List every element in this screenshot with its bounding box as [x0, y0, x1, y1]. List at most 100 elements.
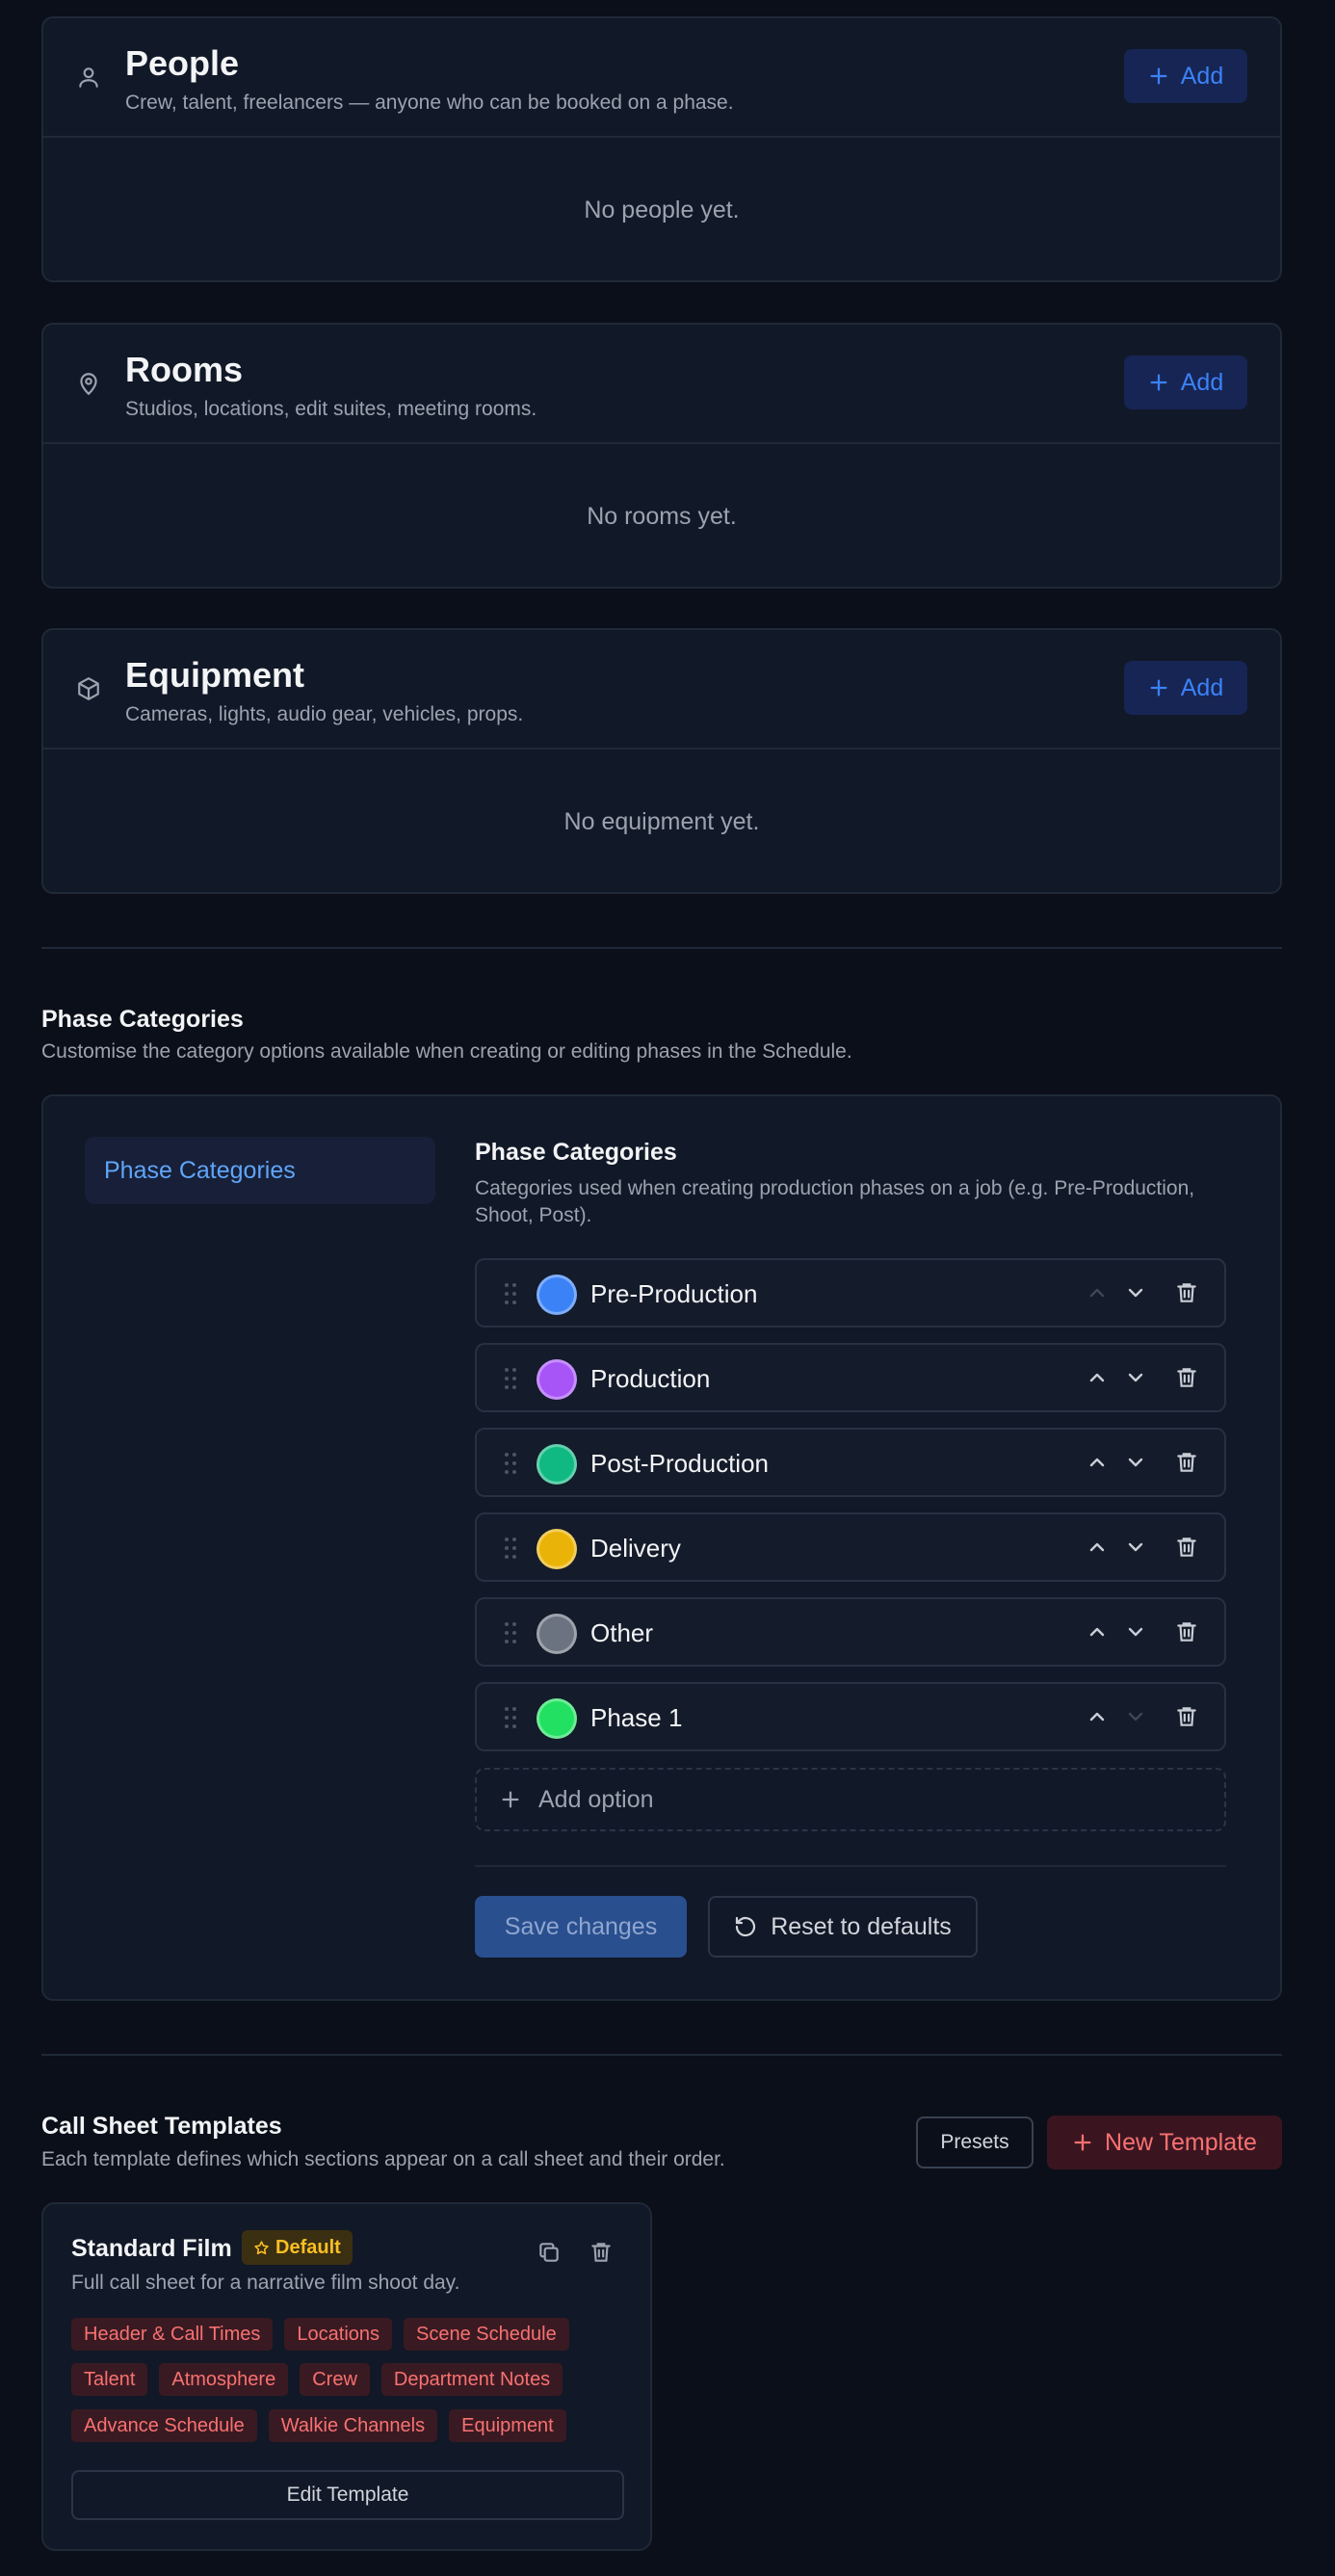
equipment-subtitle: Cameras, lights, audio gear, vehicles, p… [125, 703, 524, 725]
trash-icon[interactable] [1174, 1703, 1199, 1730]
plus-icon [502, 1791, 519, 1808]
drag-handle-icon[interactable] [504, 1451, 517, 1476]
trash-icon[interactable] [1174, 1534, 1199, 1561]
rooms-title: Rooms [125, 350, 244, 389]
phase-panel-subtitle: Categories used when creating production… [475, 1177, 1195, 1226]
template-name: Standard Film [71, 2235, 232, 2262]
add-room-button[interactable]: Add [1124, 355, 1247, 409]
section-chip: Equipment [449, 2409, 566, 2442]
chevron-down-icon[interactable] [1124, 1705, 1147, 1728]
trash-icon[interactable] [1174, 1364, 1199, 1391]
chevron-down-icon[interactable] [1124, 1281, 1147, 1304]
phase-option-row: Other [475, 1597, 1226, 1667]
star-icon [254, 2240, 269, 2254]
chevron-down-icon[interactable] [1124, 1620, 1147, 1643]
drag-handle-icon[interactable] [504, 1620, 517, 1645]
section-chip: Walkie Channels [268, 2409, 438, 2442]
color-swatch[interactable] [537, 1614, 577, 1654]
equipment-card-header: Equipment Cameras, lights, audio gear, v… [43, 630, 1280, 749]
color-swatch[interactable] [537, 1275, 577, 1315]
save-changes-button[interactable]: Save changes [475, 1896, 687, 1958]
color-swatch[interactable] [537, 1359, 577, 1400]
section-chip: Talent [71, 2363, 148, 2396]
plus-icon [1150, 67, 1167, 85]
new-template-button[interactable]: New Template [1047, 2116, 1282, 2169]
phase-option-row: Delivery [475, 1512, 1226, 1582]
section-chip: Atmosphere [159, 2363, 289, 2396]
trash-icon[interactable] [1174, 1279, 1199, 1306]
section-chip: Crew [300, 2363, 370, 2396]
chevron-up-icon[interactable] [1086, 1281, 1109, 1304]
equipment-empty-state: No equipment yet. [563, 807, 760, 835]
chevron-down-icon[interactable] [1124, 1451, 1147, 1474]
people-card-header: People Crew, talent, freelancers — anyon… [43, 18, 1280, 138]
add-equipment-button[interactable]: Add [1124, 661, 1247, 715]
box-icon [78, 677, 99, 700]
section-chip: Header & Call Times [71, 2318, 274, 2351]
new-template-label: New Template [1105, 2128, 1257, 2156]
plus-icon [1150, 374, 1167, 391]
plus-icon [1074, 2134, 1091, 2151]
color-swatch[interactable] [537, 1444, 577, 1485]
plus-icon [1150, 679, 1167, 697]
templates-section-title: Call Sheet Templates [41, 2113, 282, 2140]
drag-handle-icon[interactable] [504, 1281, 517, 1306]
drag-handle-icon[interactable] [504, 1705, 517, 1730]
map-pin-icon [80, 373, 97, 396]
panel-divider [475, 1865, 1226, 1867]
chevron-up-icon[interactable] [1086, 1451, 1109, 1474]
color-swatch[interactable] [537, 1529, 577, 1569]
presets-button[interactable]: Presets [916, 2116, 1034, 2169]
trash-icon[interactable] [589, 2239, 614, 2266]
section-chip: Advance Schedule [71, 2409, 257, 2442]
section-chip: Scene Schedule [404, 2318, 569, 2351]
drag-handle-icon[interactable] [504, 1366, 517, 1391]
people-empty-state: No people yet. [584, 196, 740, 223]
template-card: Standard Film Default Full call sheet fo… [41, 2202, 652, 2551]
people-subtitle: Crew, talent, freelancers — anyone who c… [125, 92, 734, 114]
section-chip: Department Notes [380, 2363, 563, 2396]
copy-icon[interactable] [537, 2239, 562, 2266]
reset-defaults-label: Reset to defaults [771, 1912, 952, 1940]
color-swatch[interactable] [537, 1698, 577, 1739]
reset-defaults-button[interactable]: Reset to defaults [708, 1896, 978, 1958]
edit-template-button[interactable]: Edit Template [71, 2470, 624, 2520]
rooms-card-header: Rooms Studios, locations, edit suites, m… [43, 325, 1280, 444]
rotate-ccw-icon [736, 1916, 756, 1937]
drag-handle-icon[interactable] [504, 1536, 517, 1561]
equipment-title: Equipment [125, 655, 304, 695]
rooms-subtitle: Studios, locations, edit suites, meeting… [125, 398, 537, 420]
user-icon [79, 67, 98, 88]
default-badge: Default [242, 2230, 353, 2265]
chevron-down-icon[interactable] [1124, 1366, 1147, 1389]
phase-categories-panel: Phase Categories Phase Categories Catego… [41, 1094, 1282, 2001]
add-person-label: Add [1180, 62, 1224, 90]
chevron-up-icon[interactable] [1086, 1620, 1109, 1643]
phase-section-subtitle: Customise the category options available… [41, 1040, 852, 1063]
add-room-label: Add [1180, 368, 1224, 396]
template-description: Full call sheet for a narrative film sho… [71, 2272, 460, 2294]
chevron-up-icon[interactable] [1086, 1536, 1109, 1559]
chevron-up-icon[interactable] [1086, 1705, 1109, 1728]
phase-option-label: Post-Production [590, 1449, 769, 1478]
section-divider [41, 2054, 1282, 2056]
add-option-button[interactable]: Add option [475, 1768, 1226, 1831]
people-title: People [125, 43, 240, 83]
trash-icon[interactable] [1174, 1618, 1199, 1645]
chevron-up-icon[interactable] [1086, 1366, 1109, 1389]
phase-option-row: Production [475, 1343, 1226, 1412]
trash-icon[interactable] [1174, 1449, 1199, 1476]
rooms-empty-state: No rooms yet. [587, 502, 737, 530]
phase-option-label: Phase 1 [590, 1703, 683, 1732]
add-equipment-label: Add [1180, 673, 1224, 701]
section-chip: Locations [284, 2318, 393, 2351]
chevron-down-icon[interactable] [1124, 1536, 1147, 1559]
default-badge-label: Default [275, 2236, 341, 2258]
phase-option-label: Other [590, 1618, 654, 1647]
add-person-button[interactable]: Add [1124, 49, 1247, 103]
phase-option-row: Post-Production [475, 1428, 1226, 1497]
phase-section-title: Phase Categories [41, 1006, 244, 1033]
templates-section-subtitle: Each template defines which sections app… [41, 2148, 725, 2170]
equipment-card: Equipment Cameras, lights, audio gear, v… [41, 628, 1282, 894]
tab-phase-categories[interactable]: Phase Categories [85, 1137, 435, 1204]
